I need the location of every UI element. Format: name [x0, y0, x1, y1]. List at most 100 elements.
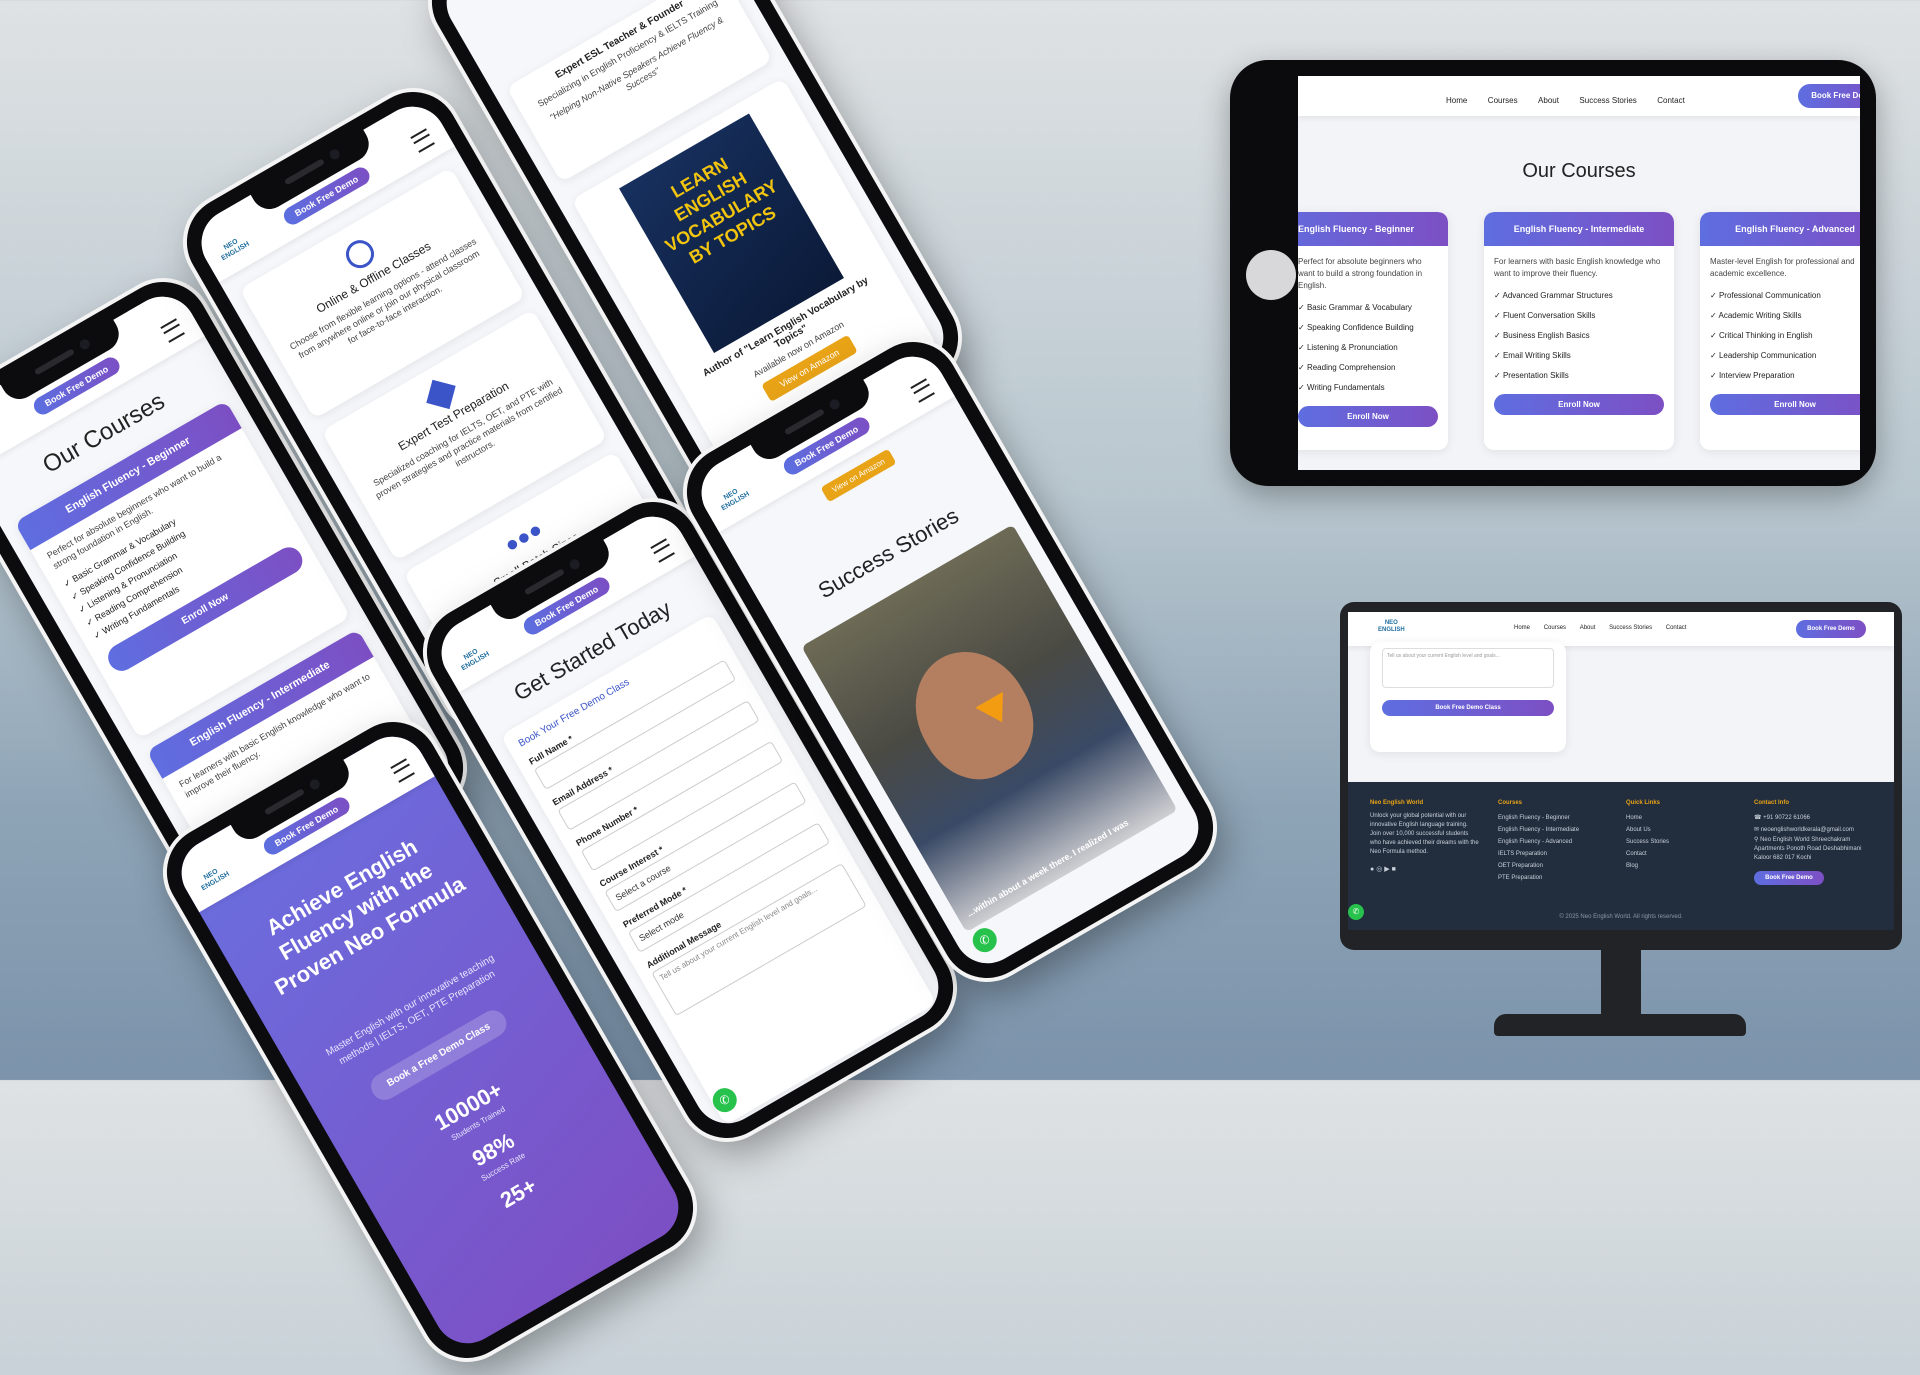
course-feature: Listening & Pronunciation — [1298, 338, 1448, 358]
facebook-icon[interactable]: ● — [1370, 866, 1374, 873]
youtube-icon[interactable]: ▶ — [1384, 866, 1389, 873]
course-feature: Business English Basics — [1494, 326, 1674, 346]
footer-link[interactable]: OET Preparation — [1498, 860, 1579, 872]
monitor-screen: NEO ENGLISH Home Courses About Success St… — [1348, 612, 1894, 930]
footer-heading: Contact Info — [1754, 800, 1789, 806]
main-nav: Home Courses About Success Stories Conta… — [1438, 90, 1693, 108]
nav-success-stories[interactable]: Success Stories — [1609, 625, 1652, 631]
footer-link[interactable]: Home — [1626, 812, 1669, 824]
footer-heading: Neo English World — [1370, 800, 1424, 806]
footer-link[interactable]: English Fluency - Advanced — [1498, 836, 1579, 848]
footer-link[interactable]: Contact — [1626, 848, 1669, 860]
course-card-header: English Fluency - Beginner — [1298, 212, 1448, 246]
linkedin-icon[interactable]: ■ — [1392, 866, 1396, 873]
phone-icon: ☎ — [1754, 815, 1764, 821]
book-free-demo-class-button[interactable]: Book Free Demo Class — [1382, 700, 1554, 716]
course-feature: Email Writing Skills — [1494, 346, 1674, 366]
footer-col-about: Neo English World Unlock your global pot… — [1370, 800, 1480, 873]
enroll-now-button[interactable]: Enroll Now — [1710, 394, 1860, 415]
whatsapp-icon[interactable]: ✆ — [1348, 904, 1364, 920]
course-feature: Professional Communication — [1710, 286, 1860, 306]
course-feature: Interview Preparation — [1710, 366, 1860, 386]
header-book-demo-button[interactable]: Book Free Demo — [1798, 84, 1860, 108]
badge-icon — [426, 379, 456, 410]
nav-success-stories[interactable]: Success Stories — [1579, 96, 1636, 105]
student-face — [893, 630, 1054, 799]
course-description: Master-level English for professional an… — [1710, 257, 1855, 278]
site-logo[interactable]: NEOENGLISH — [216, 234, 255, 272]
hamburger-menu-icon[interactable] — [910, 378, 935, 403]
footer-link[interactable]: English Fluency - Intermediate — [1498, 824, 1579, 836]
section-title: Our Courses — [1522, 160, 1636, 182]
footer-book-demo-button[interactable]: Book Free Demo — [1754, 871, 1824, 885]
course-feature: Fluent Conversation Skills — [1494, 306, 1674, 326]
instagram-icon[interactable]: ◎ — [1376, 866, 1382, 873]
enroll-now-button[interactable]: Enroll Now — [1494, 394, 1664, 415]
course-card-beginner: English Fluency - Beginner Perfect for a… — [1298, 212, 1448, 450]
course-feature: Reading Comprehension — [1298, 358, 1448, 378]
footer-copyright: © 2025 Neo English World. All rights res… — [1559, 914, 1683, 920]
nav-contact[interactable]: Contact — [1657, 96, 1685, 105]
course-feature: Critical Thinking in English — [1710, 326, 1860, 346]
course-card-header: English Fluency - Advanced — [1700, 212, 1860, 246]
hamburger-menu-icon[interactable] — [390, 758, 415, 783]
footer-link[interactable]: About Us — [1626, 824, 1669, 836]
footer-link[interactable]: PTE Preparation — [1498, 872, 1579, 884]
social-icons: ● ◎ ▶ ■ — [1370, 865, 1480, 873]
footer-col-quick-links: Quick Links Home About Us Success Storie… — [1626, 800, 1669, 872]
hamburger-menu-icon[interactable] — [410, 128, 435, 153]
course-feature: Speaking Confidence Building — [1298, 318, 1448, 338]
whatsapp-icon[interactable]: ✆ — [968, 923, 1002, 957]
site-logo[interactable]: NEOENGLISH — [1378, 620, 1405, 634]
monitor-stand-base — [1494, 1014, 1746, 1036]
enroll-now-button[interactable]: Enroll Now — [1298, 406, 1438, 427]
site-logo[interactable]: NEOENGLISH — [716, 484, 755, 522]
site-logo[interactable]: NEOENGLISH — [456, 644, 495, 682]
footer-link[interactable]: IELTS Preparation — [1498, 848, 1579, 860]
desktop-monitor-mockup: NEO ENGLISH Home Courses About Success St… — [1340, 602, 1902, 950]
tablet-mockup: Home Courses About Success Stories Conta… — [1230, 60, 1876, 486]
main-nav: Home Courses About Success Stories Conta… — [1508, 625, 1692, 631]
nav-courses[interactable]: Courses — [1488, 96, 1518, 105]
video-caption: ...within about a week there. I realized… — [965, 817, 1131, 919]
course-card-intermediate: English Fluency - Intermediate For learn… — [1484, 212, 1674, 450]
course-card-advanced: English Fluency - Advanced Master-level … — [1700, 212, 1860, 450]
course-feature: Advanced Grammar Structures — [1494, 286, 1674, 306]
footer-heading: Quick Links — [1626, 800, 1661, 806]
globe-icon — [340, 234, 380, 274]
nav-contact[interactable]: Contact — [1666, 625, 1687, 631]
hamburger-menu-icon[interactable] — [650, 538, 675, 563]
header-book-demo-button[interactable]: Book Free Demo — [1796, 620, 1866, 638]
nav-about[interactable]: About — [1538, 96, 1559, 105]
nav-about[interactable]: About — [1580, 625, 1596, 631]
demo-form-card: Tell us about your current English level… — [1370, 642, 1566, 752]
contact-address: Neo English World Shreechakram Apartment… — [1754, 837, 1862, 861]
nav-home[interactable]: Home — [1446, 96, 1467, 105]
message-textarea[interactable]: Tell us about your current English level… — [1382, 648, 1554, 688]
site-logo[interactable]: NEOENGLISH — [0, 424, 5, 462]
site-footer: Neo English World Unlock your global pot… — [1348, 782, 1894, 930]
desktop-header: Home Courses About Success Stories Conta… — [1298, 76, 1860, 116]
contact-phone[interactable]: +91 90722 61066 — [1763, 815, 1810, 821]
nav-home[interactable]: Home — [1514, 625, 1530, 631]
course-card-header: English Fluency - Intermediate — [1484, 212, 1674, 246]
course-feature: Writing Fundamentals — [1298, 378, 1448, 398]
mail-icon: ✉ — [1754, 827, 1761, 833]
course-feature: Presentation Skills — [1494, 366, 1674, 386]
footer-col-contact: Contact Info ☎ +91 90722 61066 ✉ neoengl… — [1754, 800, 1874, 885]
footer-about-text: Unlock your global potential with our in… — [1370, 813, 1479, 855]
contact-email[interactable]: neoenglishworldkerala@gmail.com — [1761, 827, 1854, 833]
course-feature: Leadership Communication — [1710, 346, 1860, 366]
footer-link[interactable]: Blog — [1626, 860, 1669, 872]
hamburger-menu-icon[interactable] — [160, 318, 185, 343]
desktop-header: NEO ENGLISH Home Courses About Success St… — [1348, 612, 1894, 646]
course-feature: Basic Grammar & Vocabulary — [1298, 298, 1448, 318]
tablet-screen: Home Courses About Success Stories Conta… — [1298, 76, 1860, 470]
course-description: For learners with basic English knowledg… — [1494, 257, 1661, 278]
footer-col-courses: Courses English Fluency - Beginner Engli… — [1498, 800, 1579, 884]
footer-link[interactable]: English Fluency - Beginner — [1498, 812, 1579, 824]
footer-link[interactable]: Success Stories — [1626, 836, 1669, 848]
tablet-home-button[interactable] — [1246, 250, 1296, 300]
site-logo[interactable]: NEOENGLISH — [196, 864, 235, 902]
nav-courses[interactable]: Courses — [1544, 625, 1566, 631]
